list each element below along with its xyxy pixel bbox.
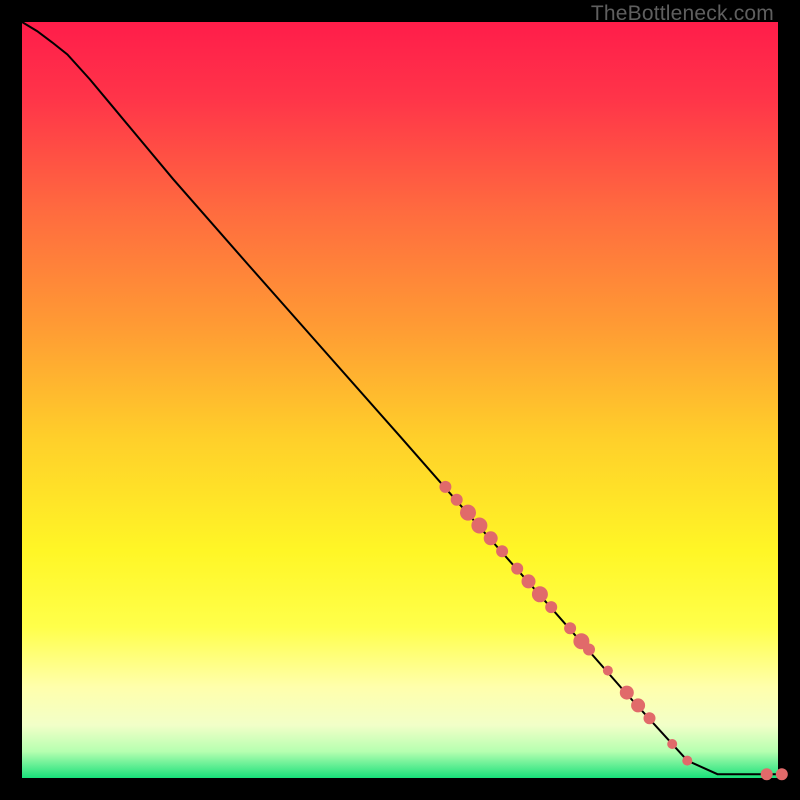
- watermark-text: TheBottleneck.com: [591, 2, 774, 26]
- data-point: [545, 601, 557, 613]
- chart-stage: TheBottleneck.com: [0, 0, 800, 800]
- data-point: [532, 586, 548, 602]
- plot-area: [22, 22, 778, 778]
- data-point: [620, 686, 634, 700]
- data-point: [564, 622, 576, 634]
- data-point: [761, 768, 773, 780]
- data-point: [603, 666, 613, 676]
- data-point: [471, 518, 487, 534]
- data-point: [644, 712, 656, 724]
- data-point: [511, 563, 523, 575]
- data-point: [682, 756, 692, 766]
- data-point: [631, 698, 645, 712]
- data-point: [667, 739, 677, 749]
- data-point: [460, 505, 476, 521]
- data-point: [484, 531, 498, 545]
- data-point: [776, 768, 788, 780]
- curve-line: [22, 22, 778, 774]
- chart-svg: [22, 22, 778, 778]
- data-point: [496, 545, 508, 557]
- data-point: [451, 494, 463, 506]
- data-point: [583, 644, 595, 656]
- data-point: [439, 481, 451, 493]
- data-point: [522, 574, 536, 588]
